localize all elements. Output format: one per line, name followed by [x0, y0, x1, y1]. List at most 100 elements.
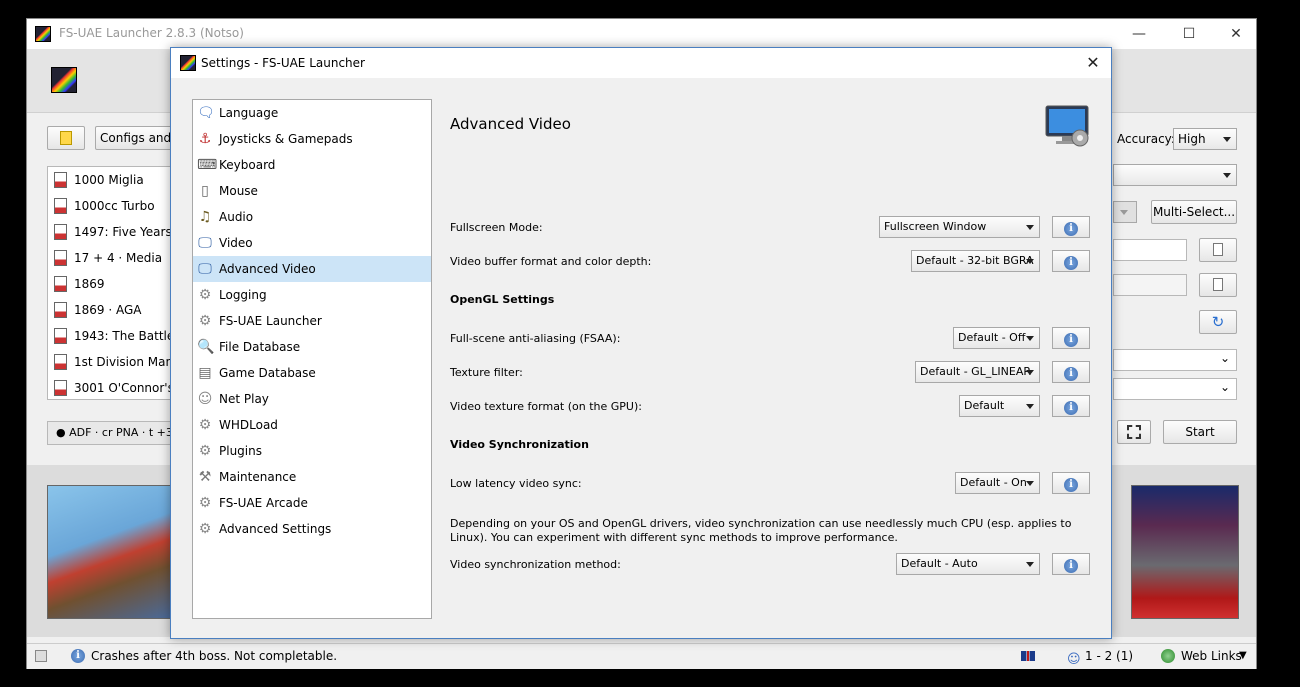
nav-item-fs-uae-launcher[interactable]: ⚙ FS-UAE Launcher	[193, 308, 431, 334]
chevron-down-icon	[1026, 336, 1034, 341]
chevron-down-icon[interactable]: ▼	[1239, 644, 1247, 668]
sync-method-info-button[interactable]: i	[1052, 553, 1090, 575]
nav-item-game-database[interactable]: ▤ Game Database	[193, 360, 431, 386]
new-config-button[interactable]	[47, 126, 85, 150]
fsaa-value: Default - Off	[958, 331, 1026, 344]
close-icon[interactable]: ✕	[1221, 23, 1251, 45]
lightbulb-icon	[60, 131, 72, 145]
tools-icon: ⚒	[198, 469, 212, 485]
lock-icon[interactable]	[35, 650, 47, 662]
start-button[interactable]: Start	[1163, 420, 1237, 444]
nav-item-advanced-settings[interactable]: ⚙ Advanced Settings	[193, 516, 431, 542]
chevron-down-icon	[1223, 137, 1231, 142]
nav-item-mouse[interactable]: ▯ Mouse	[193, 178, 431, 204]
nav-item-language[interactable]: 🗨 Language	[193, 100, 431, 126]
nav-item-fs-uae-arcade[interactable]: ⚙ FS-UAE Arcade	[193, 490, 431, 516]
fsaa-select[interactable]: Default - Off	[953, 327, 1040, 349]
texture-format-select[interactable]: Default	[959, 395, 1040, 417]
nav-item-net-play[interactable]: ☺ Net Play	[193, 386, 431, 412]
chevron-down-icon	[1026, 259, 1034, 264]
close-icon[interactable]: ✕	[1083, 53, 1103, 73]
uk-flag-icon[interactable]	[1021, 651, 1035, 661]
gear-icon: ⚙	[198, 443, 212, 459]
texture-filter-select[interactable]: Default - GL_LINEAR	[915, 361, 1040, 383]
sync-method-label: Video synchronization method:	[450, 558, 621, 571]
accuracy-select[interactable]: High	[1173, 128, 1237, 150]
nav-item-advanced-video[interactable]: 🖵 Advanced Video	[193, 256, 431, 282]
floppy-disk-icon	[54, 302, 67, 318]
settings-nav: 🗨 Language ⚓ Joysticks & Gamepads ⌨ Keyboard ▯…	[192, 99, 432, 619]
nav-item-label: Keyboard	[219, 158, 276, 172]
minimize-icon[interactable]: —	[1124, 23, 1154, 45]
low-latency-label: Low latency video sync:	[450, 477, 582, 490]
app-icon	[180, 55, 196, 71]
path-field-2[interactable]	[1113, 274, 1187, 296]
nav-item-joysticks-gamepads[interactable]: ⚓ Joysticks & Gamepads	[193, 126, 431, 152]
nav-item-plugins[interactable]: ⚙ Plugins	[193, 438, 431, 464]
nav-item-whdload[interactable]: ⚙ WHDLoad	[193, 412, 431, 438]
low-latency-info-button[interactable]: i	[1052, 472, 1090, 494]
opengl-settings-heading: OpenGL Settings	[450, 293, 555, 306]
document-icon	[1213, 243, 1223, 256]
database-icon: ▤	[198, 365, 212, 381]
gear-icon: ⚙	[198, 417, 212, 433]
dialog-titlebar: Settings - FS-UAE Launcher ✕	[171, 48, 1111, 78]
accuracy-value: High	[1178, 132, 1206, 146]
nav-item-label: File Database	[219, 340, 301, 354]
multi-select-button[interactable]: Multi-Select...	[1151, 200, 1237, 224]
fullscreen-button[interactable]	[1117, 420, 1151, 444]
info-icon: i	[1064, 401, 1078, 415]
main-titlebar: FS-UAE Launcher 2.8.3 (Notso) — ☐ ✕	[27, 19, 1256, 49]
video-buffer-info-button[interactable]: i	[1052, 250, 1090, 272]
chevron-down-icon	[1026, 404, 1034, 409]
nav-item-label: Maintenance	[219, 470, 297, 484]
disabled-select	[1113, 201, 1137, 223]
texture-format-info-button[interactable]: i	[1052, 395, 1090, 417]
fsaa-info-button[interactable]: i	[1052, 327, 1090, 349]
main-window-title: FS-UAE Launcher 2.8.3 (Notso)	[59, 26, 244, 40]
video-buffer-select[interactable]: Default - 32-bit BGRA	[911, 250, 1040, 272]
info-icon: i	[1064, 222, 1078, 236]
sync-note: Depending on your OS and OpenGL drivers,…	[450, 517, 1072, 544]
fullscreen-info-button[interactable]: i	[1052, 216, 1090, 238]
players-count[interactable]: 1 - 2 (1)	[1085, 644, 1133, 668]
select-field-2[interactable]: ⌄	[1113, 378, 1237, 400]
nav-item-label: Game Database	[219, 366, 316, 380]
web-links-label[interactable]: Web Links	[1181, 644, 1242, 668]
maximize-icon[interactable]: ☐	[1174, 23, 1204, 45]
audio-icon: ♫	[198, 209, 212, 225]
low-latency-select[interactable]: Default - On	[955, 472, 1040, 494]
user-icon: ☺	[197, 391, 213, 407]
fullscreen-icon	[1127, 425, 1141, 439]
settings-dialog: Settings - FS-UAE Launcher ✕ 🗨 Language ⚓ J…	[170, 47, 1112, 639]
launcher-menu-icon[interactable]	[51, 67, 77, 93]
nav-item-label: FS-UAE Arcade	[219, 496, 308, 510]
path-field-1[interactable]	[1113, 239, 1187, 261]
nav-item-label: Language	[219, 106, 279, 120]
model-select[interactable]	[1113, 164, 1237, 186]
gear-icon: ⚙	[198, 521, 212, 537]
fullscreen-mode-select[interactable]: Fullscreen Window	[879, 216, 1040, 238]
texture-filter-info-button[interactable]: i	[1052, 361, 1090, 383]
monitor-settings-icon	[1045, 105, 1089, 147]
info-icon: i	[1064, 478, 1078, 492]
nav-item-label: Advanced Settings	[219, 522, 332, 536]
refresh-button[interactable]: ↻	[1199, 310, 1237, 334]
nav-item-maintenance[interactable]: ⚒ Maintenance	[193, 464, 431, 490]
nav-item-label: Logging	[219, 288, 267, 302]
browse-button-2[interactable]	[1199, 273, 1237, 297]
game-title: 1869	[74, 277, 105, 291]
nav-item-audio[interactable]: ♫ Audio	[193, 204, 431, 230]
select-field-1[interactable]: ⌄	[1113, 349, 1237, 371]
nav-item-logging[interactable]: ⚙ Logging	[193, 282, 431, 308]
gear-icon: ⚙	[198, 287, 212, 303]
browse-button-1[interactable]	[1199, 238, 1237, 262]
sync-method-select[interactable]: Default - Auto	[896, 553, 1040, 575]
texture-format-value: Default	[964, 399, 1005, 412]
nav-item-label: Video	[219, 236, 253, 250]
nav-item-keyboard[interactable]: ⌨ Keyboard	[193, 152, 431, 178]
nav-item-file-database[interactable]: 🔍 File Database	[193, 334, 431, 360]
page-title: Advanced Video	[450, 115, 571, 133]
nav-item-video[interactable]: 🖵 Video	[193, 230, 431, 256]
joystick-icon: ⚓	[198, 131, 212, 147]
